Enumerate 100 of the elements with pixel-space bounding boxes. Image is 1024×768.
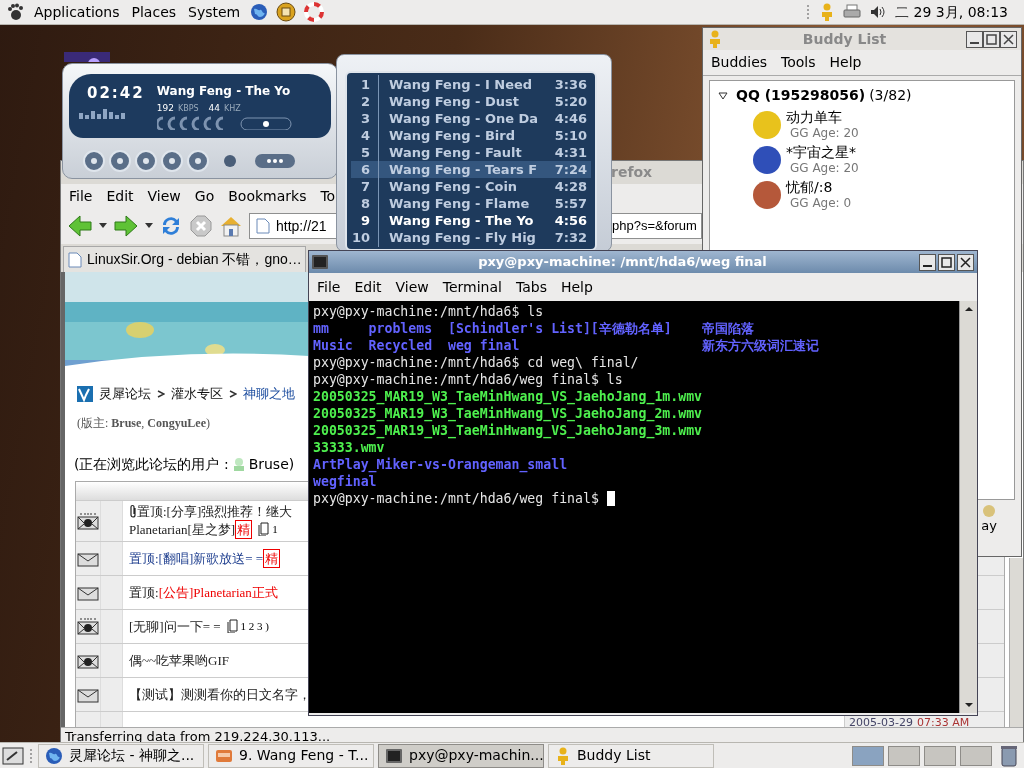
- panel-menu[interactable]: Applications: [32, 1, 122, 23]
- playlist-row[interactable]: 6 Wang Feng - Tears F 7:24: [351, 161, 591, 178]
- menu-item[interactable]: Go: [194, 185, 215, 207]
- forward-icon[interactable]: [113, 214, 139, 238]
- thread-link[interactable]: 【测试】测测看你的日文名字，: [129, 685, 311, 703]
- pause-button[interactable]: [135, 150, 157, 172]
- play-button[interactable]: [109, 150, 131, 172]
- file-name: 20050325_MAR19_W3_TaeMinHwang_VS_JaehoJang_3m.wmv: [313, 422, 703, 439]
- maximize-button[interactable]: [938, 253, 955, 271]
- stop-button[interactable]: [161, 150, 183, 172]
- workspace-button[interactable]: [888, 745, 920, 766]
- taskbar-button[interactable]: 灵犀论坛 - 神聊之...: [38, 743, 204, 768]
- folder-name: problems: [368, 320, 434, 337]
- folder-name: [Schindler's List][辛德勒名单]: [447, 320, 673, 337]
- close-button[interactable]: [957, 253, 974, 271]
- away-button[interactable]: ay: [975, 504, 1003, 533]
- group-row[interactable]: QQ (195298056) (3/82): [718, 85, 1006, 106]
- panel-menu[interactable]: System: [186, 1, 243, 23]
- menu-item[interactable]: Bookmarks: [228, 185, 307, 207]
- terminal-line: pxy@pxy-machine:/mnt/hda6$ ls: [313, 303, 544, 320]
- scrollbar[interactable]: [1009, 558, 1023, 727]
- clock[interactable]: 二 29 3月, 08:13: [893, 1, 1010, 23]
- folder-name: mm: [313, 320, 330, 337]
- maximize-button[interactable]: [983, 30, 1000, 48]
- buddy-name[interactable]: *宇宙之星*: [786, 144, 859, 160]
- page-link[interactable]: 1: [272, 520, 278, 538]
- thread-link[interactable]: 置顶:[分享]强烈推荐！继大: [137, 502, 293, 520]
- menu-item[interactable]: Terminal: [442, 276, 502, 298]
- menu-item[interactable]: Help: [829, 52, 862, 73]
- workspace-button[interactable]: [852, 745, 884, 766]
- menu-item[interactable]: Tools: [781, 52, 816, 73]
- speaker-icon[interactable]: [869, 4, 886, 20]
- address-field[interactable]: php?s=&forum: [610, 213, 702, 239]
- frequency-unit: KHZ: [224, 103, 241, 115]
- browser-launcher-icon[interactable]: [250, 3, 269, 21]
- close-button[interactable]: [1000, 30, 1017, 48]
- menu-item[interactable]: View: [395, 276, 429, 298]
- taskbar-button[interactable]: pxy@pxy-machin...: [378, 743, 544, 768]
- printer-icon[interactable]: [843, 4, 862, 20]
- buddy-name[interactable]: 忧郁/:8: [786, 179, 852, 195]
- buddy-name[interactable]: 动力单车: [786, 109, 859, 125]
- lifebuoy-icon[interactable]: [304, 2, 325, 22]
- status-icon: [982, 504, 997, 518]
- playlist-row[interactable]: 1 Wang Feng - I Need 3:36: [351, 76, 591, 93]
- menu-item[interactable]: Help: [560, 276, 593, 298]
- home-icon[interactable]: [219, 214, 243, 238]
- breadcrumb-link[interactable]: 灵犀论坛: [99, 384, 151, 404]
- menu-item[interactable]: Buddies: [711, 52, 768, 73]
- expander-icon[interactable]: [718, 90, 728, 101]
- minimize-button[interactable]: [919, 253, 936, 271]
- menu-item[interactable]: File: [317, 276, 341, 298]
- browser-tab[interactable]: LinuxSir.Org - debian 不错，gno…: [63, 246, 306, 272]
- workspace-button[interactable]: [960, 745, 992, 766]
- menu-item[interactable]: View: [147, 185, 181, 207]
- taskbar-button[interactable]: 9. Wang Feng - T...: [208, 743, 374, 768]
- minimize-button[interactable]: [966, 30, 983, 48]
- thread-link[interactable]: 置顶:[翻唱]新歌放送= =: [129, 549, 264, 567]
- next-button[interactable]: [187, 150, 209, 172]
- playlist-row[interactable]: 10 Wang Feng - Fly Hig 7:32: [351, 229, 591, 246]
- menu-item[interactable]: Tabs: [515, 276, 547, 298]
- forum-logo-icon: [77, 385, 93, 402]
- workspace-button[interactable]: [924, 745, 956, 766]
- breadcrumb-link[interactable]: 灌水专区: [171, 384, 223, 404]
- menu-item[interactable]: Edit: [354, 276, 382, 298]
- group-count: (3/82): [869, 86, 912, 105]
- taskbar-button[interactable]: Buddy List: [548, 743, 714, 768]
- stamp-launcher-icon[interactable]: [276, 2, 297, 22]
- caret-icon[interactable]: [99, 223, 107, 229]
- viewer-link[interactable]: Bruse): [248, 453, 295, 475]
- close-icon: [960, 256, 971, 268]
- menu-item[interactable]: Edit: [106, 185, 134, 207]
- playlist-row[interactable]: 4 Wang Feng - Bird 5:10: [351, 127, 591, 144]
- show-desktop-icon[interactable]: [2, 745, 24, 766]
- thread-link[interactable]: 置顶:: [129, 583, 159, 601]
- trash-icon[interactable]: [1000, 744, 1018, 767]
- back-icon[interactable]: [67, 214, 93, 238]
- caret-icon[interactable]: [145, 223, 153, 229]
- buddy-info: GG Age: 0: [790, 195, 852, 211]
- file-name: 33333.wmv: [313, 439, 385, 456]
- folder-name: 帝国陷落: [702, 320, 754, 337]
- thread-link[interactable]: Planetarian[星之梦]: [129, 520, 236, 538]
- gnome-foot-icon[interactable]: [6, 3, 24, 21]
- minimize-icon: [923, 264, 932, 267]
- address-field[interactable]: http://21: [249, 213, 337, 239]
- menu-item[interactable]: File: [69, 185, 93, 207]
- playlist-row[interactable]: 3 Wang Feng - One Da 4:46: [351, 110, 591, 127]
- previous-button[interactable]: [83, 150, 105, 172]
- scrollbar[interactable]: [959, 301, 977, 713]
- playlist-row[interactable]: 2 Wang Feng - Dust 5:20: [351, 93, 591, 110]
- playlist-row[interactable]: 7 Wang Feng - Coin 4:28: [351, 178, 591, 195]
- playlist-row[interactable]: 8 Wang Feng - Flame 5:57: [351, 195, 591, 212]
- shuffle-button[interactable]: [255, 153, 295, 169]
- playlist-row[interactable]: 9 Wang Feng - The Yo 4:56: [351, 212, 591, 229]
- menu-item[interactable]: To: [320, 185, 336, 207]
- breadcrumb-link[interactable]: 神聊之地: [243, 384, 295, 404]
- page-link[interactable]: 1 2 3 ): [240, 617, 269, 635]
- panel-menu[interactable]: Places: [129, 1, 179, 23]
- eject-button[interactable]: [223, 154, 237, 168]
- thread-link[interactable]: 偶~~吃苹果哟GIF: [129, 651, 229, 669]
- thread-link[interactable]: [无聊]问一下= =: [129, 617, 221, 635]
